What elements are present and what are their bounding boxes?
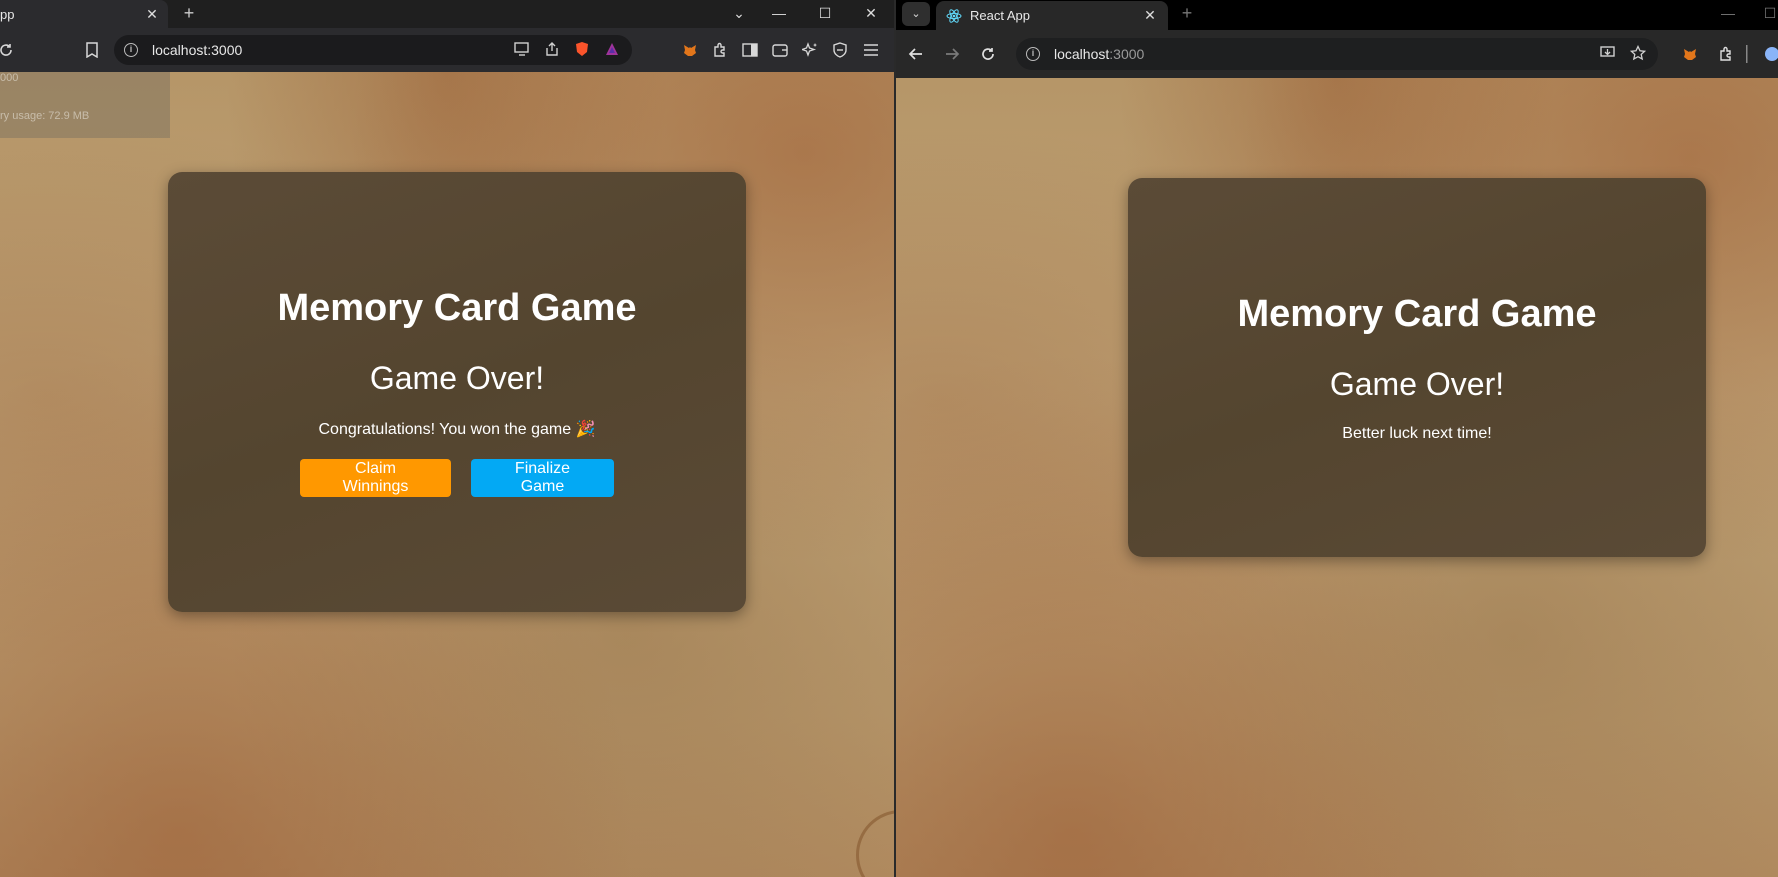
url-host: localhost — [1054, 46, 1110, 62]
performance-overlay: 000 ry usage: 72.9 MB — [0, 72, 170, 138]
game-over-card: Memory Card Game Game Over! Congratulati… — [168, 172, 746, 612]
window-close-icon[interactable]: ✕ — [857, 2, 885, 24]
new-tab-button[interactable]: + — [1176, 3, 1198, 24]
url-text: localhost:3000 — [152, 42, 243, 58]
site-info-icon[interactable]: i — [1026, 47, 1040, 61]
vpn-shield-icon[interactable] — [826, 28, 854, 72]
tab-title: React App — [970, 8, 1030, 23]
cast-icon[interactable] — [510, 41, 534, 59]
game-actions: Claim Winnings Finalize Game — [300, 459, 614, 497]
bookmark-star-icon[interactable] — [1626, 44, 1650, 64]
address-bar[interactable]: i localhost:3000 — [1016, 38, 1658, 70]
url-text: localhost:3000 — [1054, 46, 1144, 62]
reload-icon[interactable] — [974, 30, 1002, 78]
overlay-fps-text: 000 — [0, 72, 19, 84]
minimize-icon[interactable]: — — [765, 2, 793, 24]
tab-title: pp — [0, 6, 15, 22]
extensions-puzzle-icon[interactable] — [706, 28, 734, 72]
left-tab-strip: pp ✕ + ⌄ — ☐ ✕ — [0, 0, 894, 28]
sidebar-icon[interactable] — [736, 28, 764, 72]
game-status: Game Over! — [1329, 365, 1505, 402]
left-tab-react-app[interactable]: pp ✕ — [0, 0, 168, 28]
new-tab-button[interactable]: + — [178, 3, 200, 24]
url-port: :3000 — [1109, 46, 1145, 62]
extensions-puzzle-icon[interactable] — [1712, 30, 1740, 78]
address-bar-actions — [510, 35, 624, 65]
metamask-fox-icon[interactable] — [676, 28, 704, 72]
minimize-icon[interactable]: — — [1714, 2, 1742, 24]
leo-ai-icon[interactable] — [796, 28, 824, 72]
game-status: Game Over! — [369, 360, 545, 396]
address-bar-actions — [1596, 38, 1650, 70]
overlay-memory-text: ry usage: 72.9 MB — [0, 110, 90, 122]
right-page-viewport: Memory Card Game Game Over! Better luck … — [896, 78, 1778, 877]
profile-avatar-icon[interactable] — [1758, 30, 1778, 78]
left-toolbar: i localhost:3000 — [0, 28, 894, 72]
left-page-viewport: 000 ry usage: 72.9 MB Memory Card Game G… — [0, 72, 894, 877]
game-result-message: Congratulations! You won the game 🎉 — [318, 421, 596, 438]
game-over-card: Memory Card Game Game Over! Better luck … — [1128, 178, 1706, 557]
game-title: Memory Card Game — [277, 287, 637, 329]
maximize-icon[interactable]: ☐ — [811, 2, 839, 24]
maximize-icon[interactable]: ☐ — [1756, 2, 1778, 24]
install-app-icon[interactable] — [1596, 45, 1620, 63]
wallet-icon[interactable] — [766, 28, 794, 72]
reload-icon[interactable] — [0, 28, 20, 72]
right-toolbar: i localhost:3000 — [896, 30, 1778, 78]
back-arrow-icon[interactable] — [902, 30, 930, 78]
right-tab-react-app[interactable]: React App ✕ — [936, 1, 1168, 30]
brave-shields-icon[interactable] — [570, 41, 594, 60]
address-bar[interactable]: i localhost:3000 — [114, 35, 632, 65]
react-logo-icon — [946, 8, 962, 23]
game-result-message: Better luck next time! — [1342, 424, 1492, 442]
tab-close-icon[interactable]: ✕ — [1140, 7, 1160, 24]
forward-arrow-icon — [938, 30, 966, 78]
tab-close-icon[interactable]: ✕ — [142, 6, 162, 23]
share-icon[interactable] — [540, 41, 564, 59]
bookmark-icon[interactable] — [78, 28, 106, 72]
right-tab-strip: ⌄ React App ✕ + — ☐ — [896, 0, 1778, 30]
right-browser-window: ⌄ React App ✕ + — ☐ i localhost:3000 Mem… — [896, 0, 1778, 877]
brave-rewards-icon[interactable] — [600, 41, 624, 60]
site-info-icon[interactable]: i — [124, 43, 138, 57]
finalize-game-button[interactable]: Finalize Game — [471, 459, 614, 497]
claim-winnings-button[interactable]: Claim Winnings — [300, 459, 451, 497]
menu-hamburger-icon[interactable] — [857, 28, 885, 72]
tab-search-chevron-icon[interactable]: ⌄ — [902, 2, 930, 26]
metamask-fox-icon[interactable] — [1676, 30, 1704, 78]
left-browser-window: pp ✕ + ⌄ — ☐ ✕ i localhost:3000 000 ry u… — [0, 0, 894, 877]
coffee-stain-decoration — [856, 810, 894, 877]
tab-list-dropdown-icon[interactable]: ⌄ — [725, 2, 753, 24]
game-title: Memory Card Game — [1237, 292, 1597, 335]
toolbar-separator — [1742, 30, 1752, 78]
